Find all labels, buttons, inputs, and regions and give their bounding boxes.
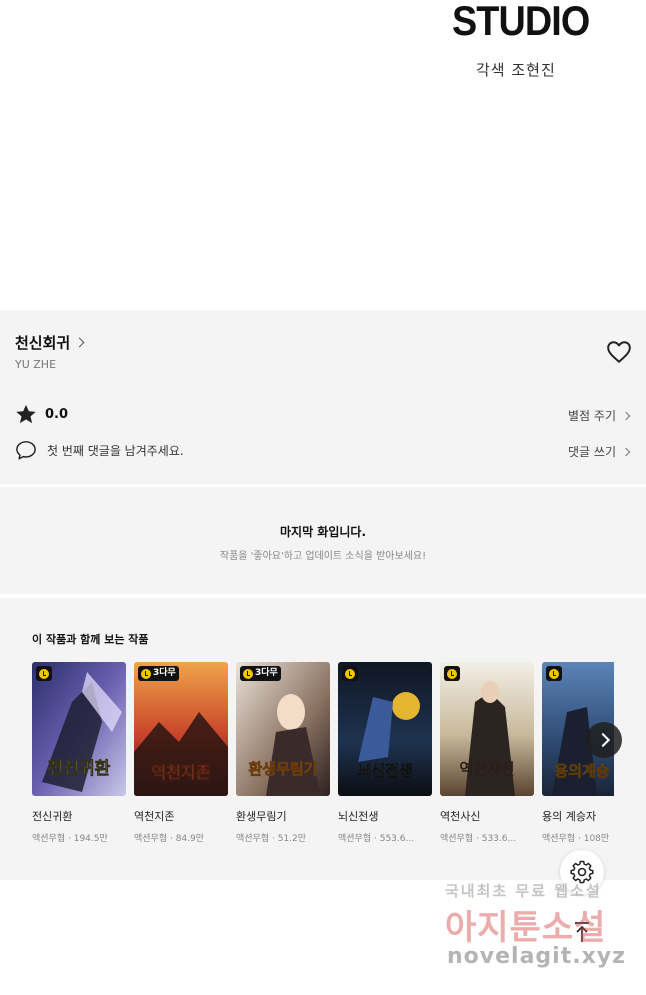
cover-image: 역천지존 3다무 [134,662,228,796]
cover-image: 환생무림기 3다무 [236,662,330,796]
clock-icon [243,668,253,679]
card-title: 역천지존 [134,810,175,823]
card-title: 환생무림기 [236,810,287,823]
card-genre: 액션무협 [236,834,270,844]
card-views: 51.2만 [277,834,307,844]
recommendation-card[interactable]: 역천지존 3다무 역천지존 액션무협 · 84.9만 [134,662,228,844]
cover-art: 환생무림기 [236,662,330,796]
recommendations-heading: 이 작품과 함께 보는 작품 [32,633,149,646]
rate-button[interactable]: 별점 주기 [568,407,631,424]
studio-logo: STUDIO [452,0,590,44]
card-views: 533.6... [481,834,517,844]
card-meta: 액션무협 · 84.9만 [134,834,205,844]
card-title: 전신귀환 [32,810,73,823]
recommendation-card[interactable]: 환생무림기 3다무 환생무림기 액션무협 · 51.2만 [236,662,330,844]
wait-free-badge: 3다무 [138,666,179,681]
chevron-right-icon [74,337,85,348]
cover-image: 역천사신 [440,662,534,796]
recommendation-card[interactable]: 뇌신전생 뇌신전생 액션무협 · 553.6... [338,662,432,844]
cover-title-text: 환생무림기 [248,760,317,778]
cover-art: 전신귀환 [32,662,126,796]
cover-image: 뇌신전생 [338,662,432,796]
recommendation-card[interactable]: 역천사신 역천사신 액션무협 · 533.6... [440,662,534,844]
comment-icon [16,441,36,460]
cover-art: 역천지존 [134,662,228,796]
carousel-next-button[interactable] [586,722,622,758]
card-title: 용의 계승자 [542,810,597,823]
card-genre: 액션무협 [440,834,474,844]
card-meta: 액션무협 · 51.2만 [236,834,307,844]
work-info-panel: 천신회귀 YU ZHE 0.0 별점 주기 첫 번째 댓글을 남겨주세요. 댓글… [0,310,646,484]
clock-icon [447,668,457,679]
card-meta: 액션무협 · 194.5만 [32,834,108,844]
work-author: YU ZHE [15,358,57,371]
card-meta: 액션무협 · 533.6... [440,834,517,844]
recommendations-section: 이 작품과 함께 보는 작품 전신귀환 전신귀환 액션무협 · 194.5만 역… [0,598,646,880]
recommendation-carousel: 전신귀환 전신귀환 액션무협 · 194.5만 역천지존 3다무 역천지존 액션… [32,662,614,852]
work-title: 천신회귀 [15,334,71,352]
adaptation-credit: 각색 조현진 [476,61,556,79]
card-genre: 액션무협 [134,834,168,844]
comment-row: 첫 번째 댓글을 남겨주세요. [15,440,184,461]
gear-icon [570,860,594,884]
cover-title-text: 역천사신 [459,760,514,778]
write-comment-label: 댓글 쓰기 [568,445,616,459]
wait-free-badge [546,666,562,681]
chevron-right-icon [621,411,631,420]
last-episode-notice: 마지막 화입니다. 작품을 '좋아요'하고 업데이트 소식을 받아보세요! [0,487,646,594]
card-title: 뇌신전생 [338,810,379,823]
badge-label: 3다무 [153,668,176,678]
card-views: 84.9만 [175,834,205,844]
heart-icon[interactable] [606,340,632,364]
clock-icon [39,668,49,679]
rating-row: 0.0 [15,404,68,425]
badge-label: 3다무 [255,668,278,678]
arrow-up-icon [575,922,589,942]
scroll-top-button[interactable] [568,918,596,946]
card-genre: 액션무협 [542,834,576,844]
site-watermark: 국내최초 무료 웹소설 아지툰소설 novelagit.xyz [445,880,635,980]
cover-art: 역천사신 [440,662,534,796]
rating-value: 0.0 [45,407,69,422]
watermark-url: novelagit.xyz [447,944,626,969]
star-icon [16,404,36,424]
comment-prompt: 첫 번째 댓글을 남겨주세요. [47,444,184,458]
cover-title-text: 뇌신전생 [357,762,412,780]
cover-art: 뇌신전생 [338,662,432,796]
clock-icon [345,668,355,679]
notice-title: 마지막 화입니다. [279,525,367,539]
wait-free-badge [444,666,460,681]
card-views: 553.6... [379,834,415,844]
rate-button-label: 별점 주기 [568,409,616,423]
write-comment-button[interactable]: 댓글 쓰기 [568,443,631,460]
wait-free-badge [342,666,358,681]
cover-title-text: 용의계승 [554,762,609,780]
clock-icon [141,668,151,679]
cover-title-text: 전신귀환 [48,759,111,779]
cover-image: 전신귀환 [32,662,126,796]
recommendation-card[interactable]: 전신귀환 전신귀환 액션무협 · 194.5만 [32,662,126,844]
viewer-settings-button[interactable] [560,850,604,894]
notice-subtitle: 작품을 '좋아요'하고 업데이트 소식을 받아보세요! [219,551,427,562]
work-title-link[interactable]: 천신회귀 [15,332,85,353]
card-genre: 액션무협 [32,834,66,844]
card-title: 역천사신 [440,810,481,823]
cover-title-text: 역천지존 [152,763,211,782]
credits-area: STUDIO 각색 조현진 [0,0,646,310]
chevron-right-icon [621,447,631,456]
card-views: 108만 [583,834,610,844]
clock-icon [549,668,559,679]
card-genre: 액션무협 [338,834,372,844]
wait-free-badge [36,666,52,681]
card-views: 194.5만 [73,834,108,844]
wait-free-badge: 3다무 [240,666,281,681]
card-meta: 액션무협 · 108만 [542,834,610,844]
card-meta: 액션무협 · 553.6... [338,834,415,844]
